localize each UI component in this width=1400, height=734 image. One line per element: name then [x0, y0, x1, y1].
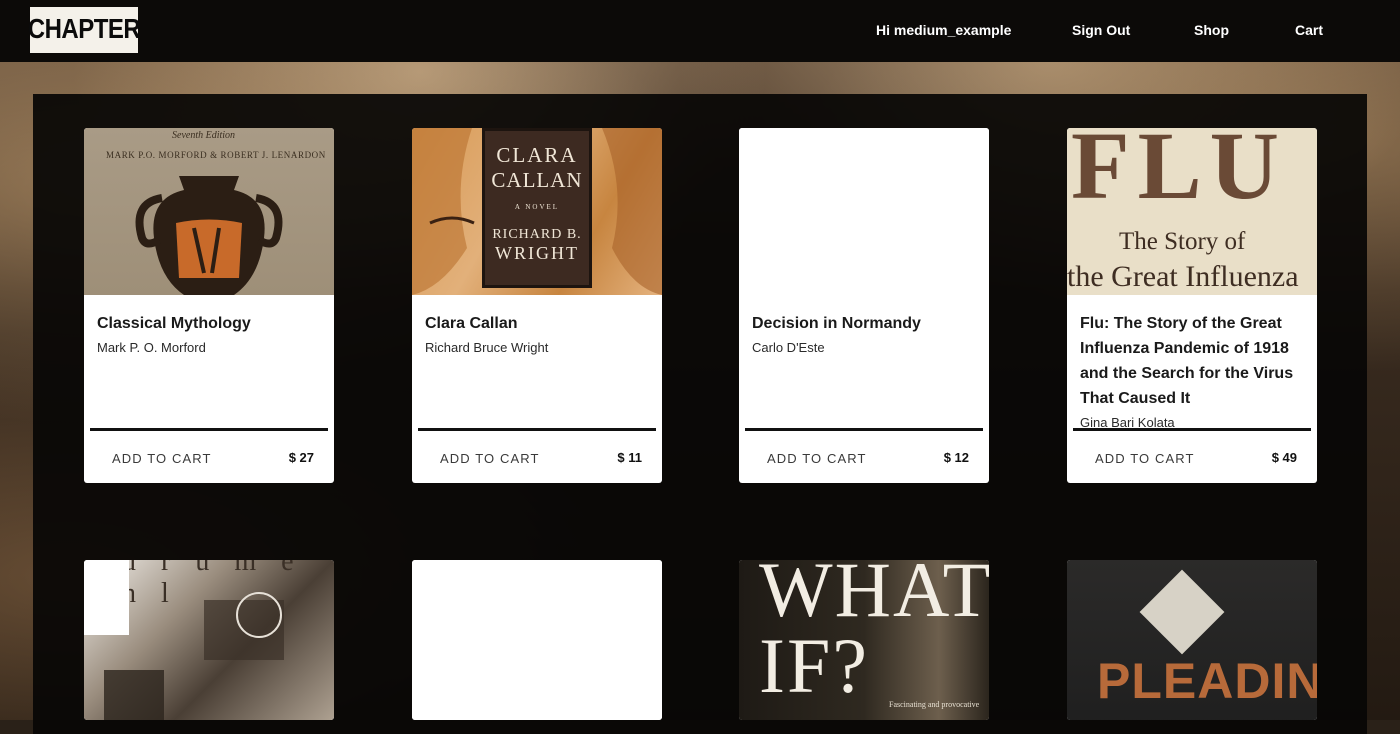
book-cover: PLEADING [1067, 560, 1317, 720]
cover-text: CALLAN [491, 168, 583, 192]
book-cover-missing [412, 560, 662, 720]
add-to-cart-button[interactable]: ADD TO CART [1095, 451, 1195, 466]
cover-text: PLEADING [1097, 653, 1317, 709]
card-actions: ADD TO CART $ 12 [739, 431, 989, 483]
sign-out-link[interactable]: Sign Out [1072, 22, 1130, 38]
book-price: $ 12 [943, 449, 969, 465]
book-info: Flu: The Story of the Great Influenza Pa… [1067, 295, 1317, 430]
book-price: $ 27 [288, 449, 314, 465]
book-cover-missing [739, 128, 989, 295]
cover-text: WHAT IF? [759, 560, 989, 709]
book-card[interactable]: FLU The Story of the Great Influenza Flu… [1067, 128, 1317, 483]
add-to-cart-button[interactable]: ADD TO CART [440, 451, 540, 466]
book-card[interactable]: u r u m e n l [84, 560, 334, 720]
book-price: $ 49 [1271, 449, 1297, 465]
book-title: Flu: The Story of the Great Influenza Pa… [1080, 315, 1294, 407]
book-author: Carlo D'Este [752, 340, 825, 355]
book-card[interactable]: CLARA CALLAN A NOVEL RICHARD B. WRIGHT C… [412, 128, 662, 483]
card-actions: ADD TO CART $ 27 [84, 431, 334, 483]
card-actions: ADD TO CART $ 49 [1067, 431, 1317, 483]
logo-text: CHAPTER [27, 13, 141, 45]
book-cover: u r u m e n l [84, 560, 334, 720]
cover-text: The Story of [1119, 228, 1246, 255]
book-cover: WHAT IF? Fascinating and provocative [739, 560, 989, 720]
book-cover: Seventh Edition MARK P.O. MORFORD & ROBE… [84, 128, 334, 295]
book-price: $ 11 [617, 449, 642, 465]
book-author: Richard Bruce Wright [425, 340, 549, 355]
cover-title-box: CLARA CALLAN A NOVEL RICHARD B. WRIGHT [482, 128, 592, 288]
cover-text: the Great Influenza [1067, 260, 1299, 293]
book-title: Clara Callan [425, 315, 518, 332]
mountain-emblem-icon [1139, 569, 1225, 655]
book-info: Clara Callan Richard Bruce Wright [412, 295, 662, 428]
cart-link[interactable]: Cart [1295, 22, 1323, 38]
book-title: Classical Mythology [97, 315, 251, 332]
book-card[interactable]: WHAT IF? Fascinating and provocative [739, 560, 989, 720]
add-to-cart-button[interactable]: ADD TO CART [767, 451, 867, 466]
book-card[interactable]: Decision in Normandy Carlo D'Este ADD TO… [739, 128, 989, 483]
amphora-illustration [135, 176, 283, 295]
cover-text: RICHARD B. [492, 227, 582, 242]
book-card[interactable]: PLEADING [1067, 560, 1317, 720]
book-card[interactable] [412, 560, 662, 720]
book-title: Decision in Normandy [752, 315, 921, 332]
book-card[interactable]: Seventh Edition MARK P.O. MORFORD & ROBE… [84, 128, 334, 483]
cover-tagline: Fascinating and provocative [889, 700, 980, 709]
cover-text: A NOVEL [514, 203, 560, 211]
card-actions: ADD TO CART $ 11 [412, 431, 662, 483]
cover-text: CLARA [496, 143, 578, 167]
logo[interactable]: CHAPTER [27, 7, 141, 53]
add-to-cart-button[interactable]: ADD TO CART [112, 451, 212, 466]
book-info: Classical Mythology Mark P. O. Morford [84, 295, 334, 428]
book-cover: FLU The Story of the Great Influenza [1067, 128, 1317, 295]
cover-text: WRIGHT [495, 243, 579, 263]
greeting-link[interactable]: Hi medium_example [876, 22, 1011, 38]
book-cover: CLARA CALLAN A NOVEL RICHARD B. WRIGHT [412, 128, 662, 295]
book-info: Decision in Normandy Carlo D'Este [739, 295, 989, 428]
collage-illustration [84, 560, 284, 720]
book-author: Mark P. O. Morford [97, 340, 206, 355]
cover-text: FLU [1071, 128, 1287, 219]
top-navbar: CHAPTER Hi medium_example Sign Out Shop … [0, 0, 1400, 62]
shop-link[interactable]: Shop [1194, 22, 1229, 38]
